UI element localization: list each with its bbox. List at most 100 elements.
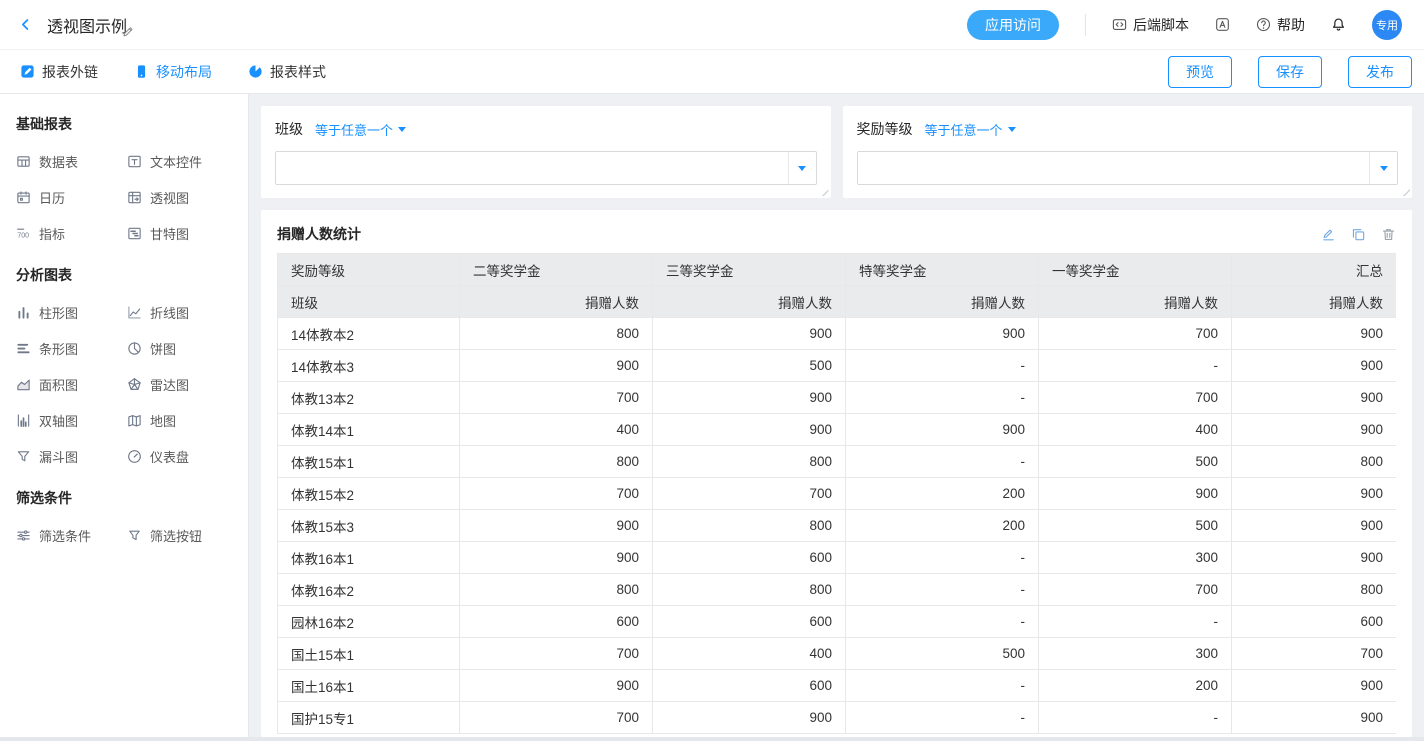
header-cell: 捐赠人数 <box>460 286 653 318</box>
sidebar-item-text-widget[interactable]: 文本控件 <box>127 152 234 171</box>
sidebar-item-bar-chart[interactable]: 条形图 <box>16 339 123 358</box>
filter-operator-dropdown[interactable]: 等于任意一个 <box>315 120 406 139</box>
sidebar-section-title: 分析图表 <box>16 265 234 285</box>
dual-icon <box>16 413 31 428</box>
language-icon <box>1215 17 1230 32</box>
horizontal-scrollbar-track[interactable] <box>0 737 1424 741</box>
value-cell: 400 <box>653 638 846 670</box>
value-cell: 900 <box>653 702 846 734</box>
select-caret-zone[interactable] <box>788 152 816 184</box>
preview-button[interactable]: 预览 <box>1168 56 1232 88</box>
resize-handle[interactable] <box>1400 186 1410 196</box>
sidebar-item-data-table[interactable]: 数据表 <box>16 152 123 171</box>
help-icon <box>1256 17 1271 32</box>
avatar[interactable]: 专用 <box>1372 10 1402 40</box>
value-cell: - <box>846 702 1039 734</box>
filter-value-select[interactable] <box>857 151 1399 185</box>
value-cell: - <box>846 670 1039 702</box>
toolbar-link-label: 报表样式 <box>270 62 326 82</box>
language-button[interactable] <box>1215 17 1230 32</box>
style-icon <box>248 64 263 79</box>
sidebar-item-label: 文本控件 <box>150 152 202 171</box>
value-cell: - <box>846 446 1039 478</box>
header-cell: 二等奖学金 <box>460 254 653 286</box>
sidebar-item-line-chart[interactable]: 折线图 <box>127 303 234 322</box>
app-access-button[interactable]: 应用访问 <box>967 10 1059 40</box>
metric-icon: 700 <box>16 226 31 241</box>
value-cell: 800 <box>460 318 653 350</box>
sidebar-item-label: 指标 <box>39 224 65 243</box>
sidebar-item-area-chart[interactable]: 面积图 <box>16 375 123 394</box>
sidebar-item-pie-chart[interactable]: 饼图 <box>127 339 234 358</box>
sidebar-item-dual-axis-chart[interactable]: 双轴图 <box>16 411 123 430</box>
line-icon <box>127 305 142 320</box>
filter-card-award-level: 奖励等级 等于任意一个 <box>843 106 1413 198</box>
table-row: 体教14本1400900900400900 <box>278 414 1397 446</box>
value-cell: 800 <box>1232 574 1397 606</box>
widget-sidebar: 基础报表数据表 文本控件日历透视图 700 指标 甘特图分析图表柱形图 折线图条形图 饼图面… <box>0 94 249 741</box>
toolbar-link-mobile-layout[interactable]: 移动布局 <box>134 62 212 82</box>
row-label-cell: 14体教本3 <box>278 350 460 382</box>
notification-bell-button[interactable] <box>1331 17 1346 32</box>
value-cell: 900 <box>1232 510 1397 542</box>
sidebar-item-radar-chart[interactable]: 雷达图 <box>127 375 234 394</box>
bell-icon <box>1331 17 1346 32</box>
radar-icon <box>127 377 142 392</box>
value-cell: 800 <box>1232 446 1397 478</box>
funnel-icon <box>16 449 31 464</box>
value-cell: 700 <box>1039 574 1232 606</box>
sidebar-item-filter-condition[interactable]: 筛选条件 <box>16 526 123 545</box>
header-cell: 汇总 <box>1232 254 1397 286</box>
resize-handle[interactable] <box>819 186 829 196</box>
value-cell: 900 <box>653 318 846 350</box>
table-row: 14体教本2800900900700900 <box>278 318 1397 350</box>
caret-down-icon <box>398 127 406 132</box>
header-cell: 捐赠人数 <box>846 286 1039 318</box>
sidebar-item-pivot[interactable]: 透视图 <box>127 188 234 207</box>
value-cell: 400 <box>460 414 653 446</box>
filters-row: 班级 等于任意一个 奖励等级 <box>261 106 1412 198</box>
filter-value-select[interactable] <box>275 151 817 185</box>
sidebar-item-label: 地图 <box>150 411 176 430</box>
sidebar-item-gauge[interactable]: 仪表盘 <box>127 447 234 466</box>
sidebar-item-funnel-chart[interactable]: 漏斗图 <box>16 447 123 466</box>
value-cell: 900 <box>460 670 653 702</box>
publish-button[interactable]: 发布 <box>1348 56 1412 88</box>
sidebar-item-calendar[interactable]: 日历 <box>16 188 123 207</box>
sidebar-item-label: 雷达图 <box>150 375 189 394</box>
sidebar-item-filter-button[interactable]: 筛选按钮 <box>127 526 234 545</box>
header-cell: 捐赠人数 <box>1039 286 1232 318</box>
filter-operator-dropdown[interactable]: 等于任意一个 <box>925 120 1016 139</box>
sidebar-item-map[interactable]: 地图 <box>127 411 234 430</box>
backend-script-button[interactable]: 后端脚本 <box>1112 15 1189 35</box>
copy-chart-button[interactable] <box>1351 227 1366 242</box>
table-row: 体教15本2700700200900900 <box>278 478 1397 510</box>
sidebar-item-label: 柱形图 <box>39 303 78 322</box>
sidebar-section-title: 筛选条件 <box>16 488 234 508</box>
app-root: 透视图示例 应用访问 后端脚本 帮助 专用 报表外链 移动布局 报表样式 <box>0 0 1424 741</box>
sidebar-item-label: 数据表 <box>39 152 78 171</box>
sidebar-item-metric[interactable]: 700 指标 <box>16 224 123 243</box>
sidebar-item-label: 条形图 <box>39 339 78 358</box>
toolbar-link-report-style[interactable]: 报表样式 <box>248 62 326 82</box>
value-cell: 900 <box>1039 478 1232 510</box>
value-cell: 700 <box>1232 638 1397 670</box>
help-button[interactable]: 帮助 <box>1256 15 1305 35</box>
sidebar-item-label: 折线图 <box>150 303 189 322</box>
sidebar-section-title: 基础报表 <box>16 114 234 134</box>
toolbar-link-report-share[interactable]: 报表外链 <box>20 62 98 82</box>
edit-chart-button[interactable] <box>1321 227 1336 242</box>
back-button[interactable] <box>18 17 33 32</box>
sidebar-item-column-chart[interactable]: 柱形图 <box>16 303 123 322</box>
header-left: 透视图示例 <box>18 13 142 37</box>
row-label-cell: 14体教本2 <box>278 318 460 350</box>
gantt-icon <box>127 226 142 241</box>
delete-chart-button[interactable] <box>1381 227 1396 242</box>
sidebar-item-gantt[interactable]: 甘特图 <box>127 224 234 243</box>
save-button[interactable]: 保存 <box>1258 56 1322 88</box>
value-cell: 600 <box>653 606 846 638</box>
calendar-icon <box>16 190 31 205</box>
edit-title-button[interactable] <box>121 24 136 42</box>
table-row: 国土15本1700400500300700 <box>278 638 1397 670</box>
select-caret-zone[interactable] <box>1369 152 1397 184</box>
